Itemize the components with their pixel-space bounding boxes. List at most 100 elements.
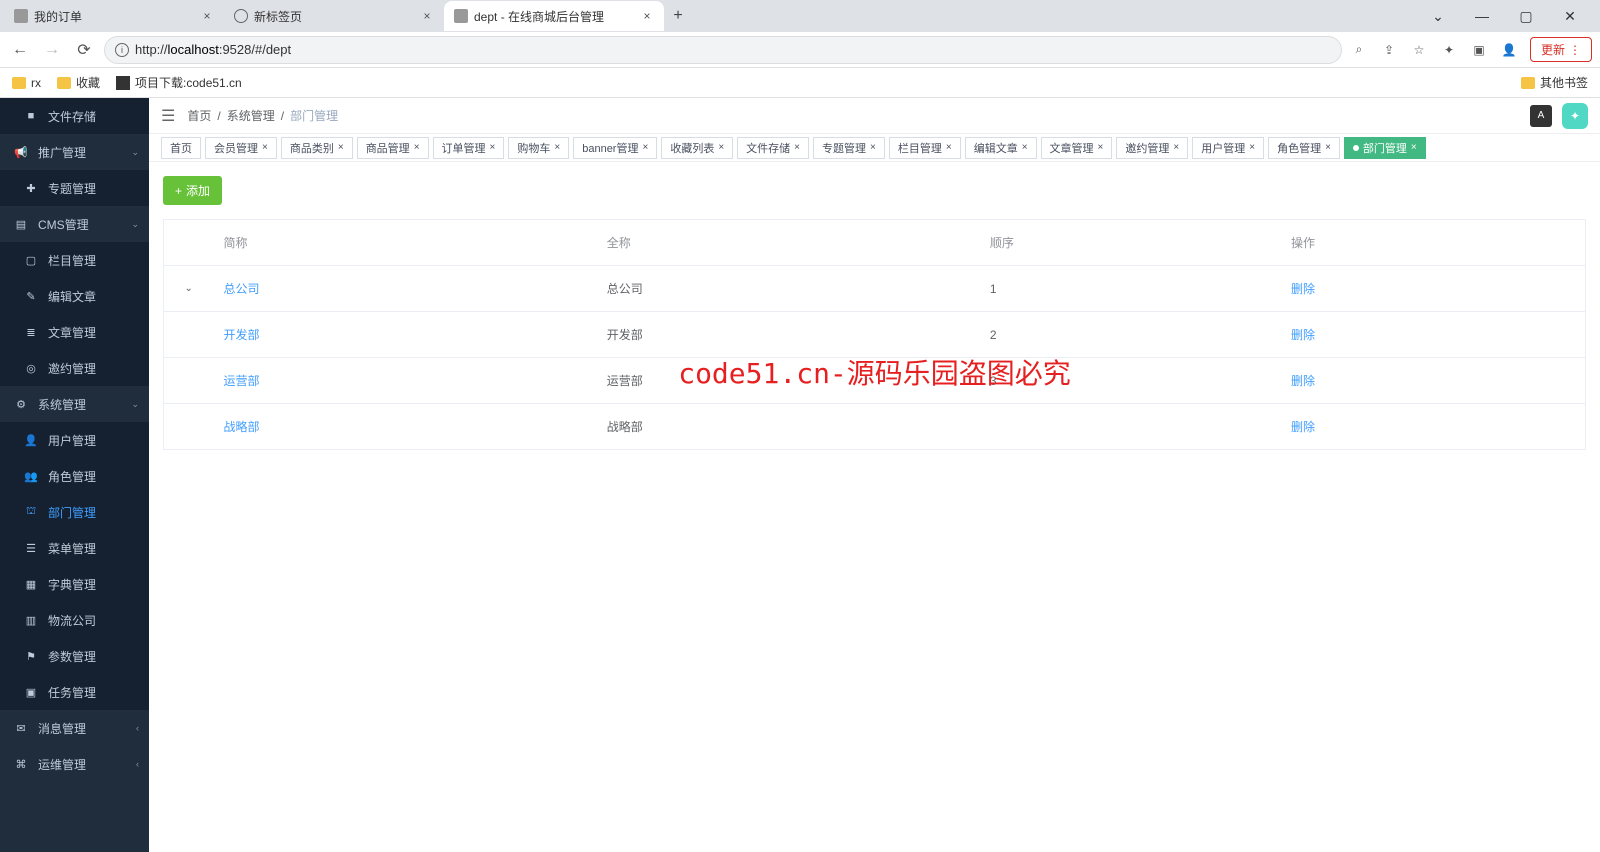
other-bookmarks[interactable]: 其他书签: [1521, 74, 1588, 91]
short-name-link[interactable]: 战略部: [224, 420, 260, 434]
sidebar-item-菜单管理[interactable]: ☰菜单管理: [0, 530, 149, 566]
tag-购物车[interactable]: 购物车×: [508, 137, 569, 159]
back-icon[interactable]: ←: [8, 38, 32, 62]
close-icon[interactable]: ×: [1249, 142, 1255, 153]
close-icon[interactable]: ×: [420, 9, 434, 23]
tag-角色管理[interactable]: 角色管理×: [1268, 137, 1340, 159]
bookmark-item-2[interactable]: 项目下载:code51.cn: [116, 74, 242, 91]
sidebar-item-部门管理[interactable]: ⛫部门管理: [0, 494, 149, 530]
short-name-link[interactable]: 总公司: [224, 282, 260, 296]
close-icon[interactable]: ×: [1325, 142, 1331, 153]
tag-label: banner管理: [582, 140, 638, 156]
browser-tab-2[interactable]: dept - 在线商城后台管理 ×: [444, 1, 664, 31]
tag-用户管理[interactable]: 用户管理×: [1192, 137, 1264, 159]
breadcrumb-home[interactable]: 首页: [187, 107, 211, 124]
tag-商品管理[interactable]: 商品管理×: [357, 137, 429, 159]
sidebar-item-专题管理[interactable]: ✚专题管理: [0, 170, 149, 206]
tag-首页[interactable]: 首页: [161, 137, 201, 159]
close-icon[interactable]: ×: [718, 142, 724, 153]
tag-邀约管理[interactable]: 邀约管理×: [1116, 137, 1188, 159]
language-icon[interactable]: A: [1530, 105, 1552, 127]
expand-toggle: [164, 404, 214, 450]
browser-tab-0[interactable]: 我的订单 ×: [4, 1, 224, 31]
hamburger-icon[interactable]: ☰: [161, 106, 175, 126]
delete-link[interactable]: 删除: [1291, 374, 1315, 388]
tag-栏目管理[interactable]: 栏目管理×: [889, 137, 961, 159]
close-icon[interactable]: ×: [338, 142, 344, 153]
address-bar[interactable]: i http://localhost:9528/#/dept: [104, 36, 1342, 64]
bookmark-item-1[interactable]: 收藏: [57, 74, 100, 91]
tag-订单管理[interactable]: 订单管理×: [433, 137, 505, 159]
sidebar-item-消息管理[interactable]: ✉消息管理‹: [0, 710, 149, 746]
sidebar-item-参数管理[interactable]: ⚑参数管理: [0, 638, 149, 674]
close-icon[interactable]: ×: [490, 142, 496, 153]
sidebar-item-字典管理[interactable]: ▦字典管理: [0, 566, 149, 602]
new-tab-button[interactable]: +: [664, 2, 692, 30]
chevron-down-icon[interactable]: ⌄: [1424, 4, 1452, 28]
extensions-icon[interactable]: ✦: [1440, 41, 1458, 59]
sidebar-item-栏目管理[interactable]: ▢栏目管理: [0, 242, 149, 278]
breadcrumb-mid[interactable]: 系统管理: [227, 107, 275, 124]
close-icon[interactable]: ×: [1098, 142, 1104, 153]
sidebar-item-文件存储[interactable]: ■文件存储: [0, 98, 149, 134]
share-icon[interactable]: ⇪: [1380, 41, 1398, 59]
tag-收藏列表[interactable]: 收藏列表×: [661, 137, 733, 159]
sidepanel-icon[interactable]: ▣: [1470, 41, 1488, 59]
tag-专题管理[interactable]: 专题管理 ×: [813, 137, 885, 159]
tag-label: 专题管理: [822, 140, 866, 156]
sidebar-item-编辑文章[interactable]: ✎编辑文章: [0, 278, 149, 314]
tag-文件存储[interactable]: 文件存储×: [737, 137, 809, 159]
sidebar-item-邀约管理[interactable]: ◎邀约管理: [0, 350, 149, 386]
tag-banner管理[interactable]: banner管理 ×: [573, 137, 657, 159]
close-icon[interactable]: ×: [870, 142, 876, 153]
close-icon[interactable]: ×: [200, 9, 214, 23]
profile-icon[interactable]: 👤: [1500, 41, 1518, 59]
close-icon[interactable]: ×: [554, 142, 560, 153]
minimize-icon[interactable]: —: [1468, 4, 1496, 28]
gear-icon: ⚙: [14, 397, 28, 411]
tag-文章管理[interactable]: 文章管理×: [1041, 137, 1113, 159]
delete-link[interactable]: 删除: [1291, 282, 1315, 296]
sidebar-item-任务管理[interactable]: ▣任务管理: [0, 674, 149, 710]
close-icon[interactable]: ×: [1173, 142, 1179, 153]
close-icon[interactable]: ×: [1411, 142, 1417, 153]
avatar[interactable]: ✦: [1562, 103, 1588, 129]
browser-tab-1[interactable]: 新标签页 ×: [224, 1, 444, 31]
expand-toggle[interactable]: ⌄: [164, 266, 214, 312]
tag-编辑文章[interactable]: 编辑文章×: [965, 137, 1037, 159]
close-icon[interactable]: ×: [794, 142, 800, 153]
close-icon[interactable]: ×: [642, 142, 648, 153]
close-window-icon[interactable]: ✕: [1556, 4, 1584, 28]
sidebar-item-角色管理[interactable]: 👥角色管理: [0, 458, 149, 494]
sidebar-item-物流公司[interactable]: ▥物流公司: [0, 602, 149, 638]
delete-link[interactable]: 删除: [1291, 328, 1315, 342]
sidebar-item-文章管理[interactable]: ≣文章管理: [0, 314, 149, 350]
info-icon[interactable]: i: [115, 43, 129, 57]
reload-icon[interactable]: ⟳: [72, 38, 96, 62]
bookmark-item-0[interactable]: rx: [12, 76, 41, 90]
delete-link[interactable]: 删除: [1291, 420, 1315, 434]
tag-商品类别[interactable]: 商品类别×: [281, 137, 353, 159]
expand-toggle: [164, 312, 214, 358]
browser-chrome: 我的订单 × 新标签页 × dept - 在线商城后台管理 × + ⌄ — ▢ …: [0, 0, 1600, 98]
maximize-icon[interactable]: ▢: [1512, 4, 1540, 28]
sidebar-item-系统管理[interactable]: ⚙系统管理⌄: [0, 386, 149, 422]
tag-会员管理[interactable]: 会员管理×: [205, 137, 277, 159]
short-name-link[interactable]: 开发部: [224, 328, 260, 342]
close-icon[interactable]: ×: [946, 142, 952, 153]
sidebar-item-运维管理[interactable]: ⌘运维管理‹: [0, 746, 149, 782]
sidebar-item-推广管理[interactable]: 📢推广管理⌄: [0, 134, 149, 170]
forward-icon[interactable]: →: [40, 38, 64, 62]
close-icon[interactable]: ×: [414, 142, 420, 153]
update-button[interactable]: 更新 ⋮: [1530, 37, 1592, 62]
short-name-link[interactable]: 运营部: [224, 374, 260, 388]
close-icon[interactable]: ×: [640, 9, 654, 23]
search-icon[interactable]: ⌕: [1350, 41, 1368, 59]
tag-部门管理[interactable]: 部门管理×: [1344, 137, 1426, 159]
sidebar-item-用户管理[interactable]: 👤用户管理: [0, 422, 149, 458]
sidebar-item-CMS管理[interactable]: ▤CMS管理⌄: [0, 206, 149, 242]
close-icon[interactable]: ×: [1022, 142, 1028, 153]
star-icon[interactable]: ☆: [1410, 41, 1428, 59]
close-icon[interactable]: ×: [262, 142, 268, 153]
add-button[interactable]: + 添加: [163, 176, 222, 205]
